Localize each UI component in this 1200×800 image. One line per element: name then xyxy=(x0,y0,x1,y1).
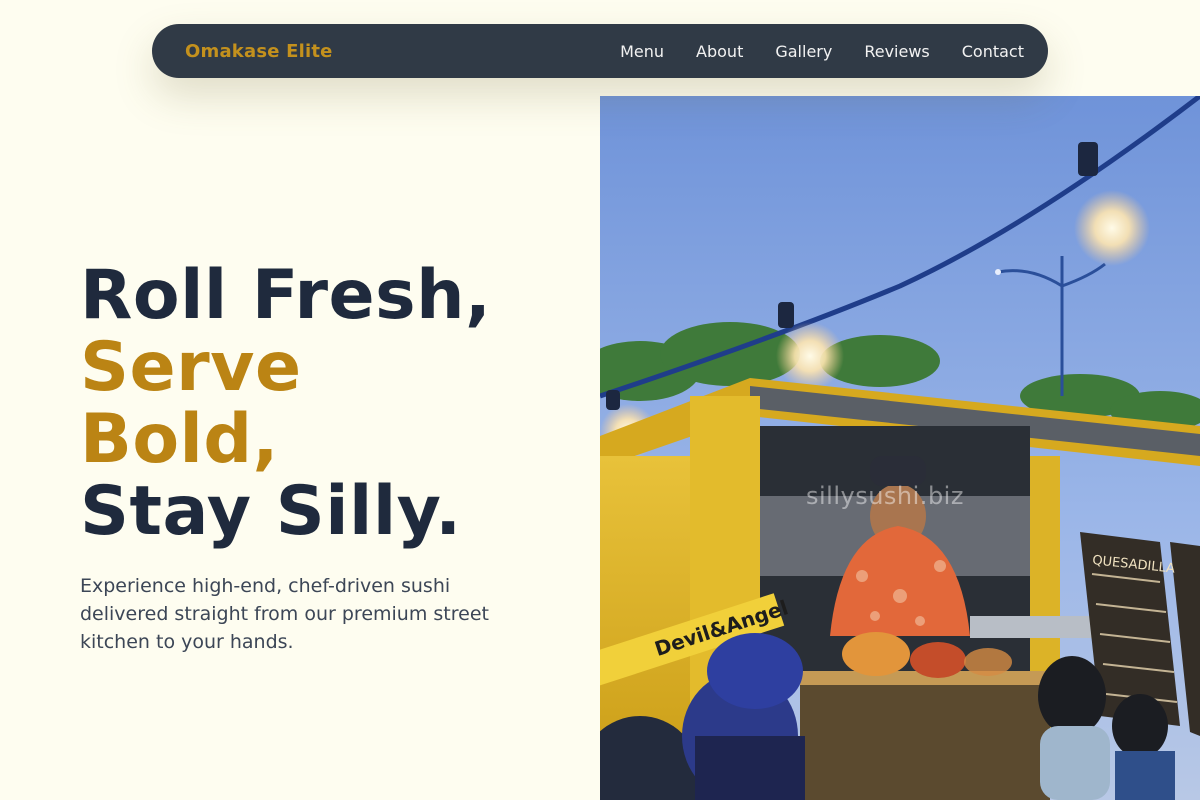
headline-line-2: Serve xyxy=(80,328,302,407)
food-truck-photo: QUESADILLA Devil&Angel xyxy=(600,96,1200,800)
nav-link-contact[interactable]: Contact xyxy=(962,42,1024,61)
hero-subtext: Experience high-end, chef-driven sushi d… xyxy=(80,575,489,653)
image-watermark: sillysushi.biz xyxy=(806,482,964,510)
headline-line-1: Roll Fresh, xyxy=(80,256,492,335)
headline-line-4: Stay Silly. xyxy=(80,472,462,551)
nav-link-gallery[interactable]: Gallery xyxy=(775,42,832,61)
brand-logo[interactable]: Omakase Elite xyxy=(185,41,333,62)
hero-headline: Roll Fresh, Serve Bold, Stay Silly. xyxy=(80,260,560,548)
nav-link-about[interactable]: About xyxy=(696,42,743,61)
headline-line-3: Bold, xyxy=(80,400,279,479)
nav-link-menu[interactable]: Menu xyxy=(620,42,664,61)
nav-link-reviews[interactable]: Reviews xyxy=(864,42,929,61)
top-navbar: Omakase Elite Menu About Gallery Reviews… xyxy=(152,24,1048,78)
hero-section: Roll Fresh, Serve Bold, Stay Silly. Expe… xyxy=(80,260,560,656)
hero-image: QUESADILLA Devil&Angel sillysushi.biz xyxy=(600,96,1200,800)
nav-links: Menu About Gallery Reviews Contact xyxy=(588,42,1024,61)
